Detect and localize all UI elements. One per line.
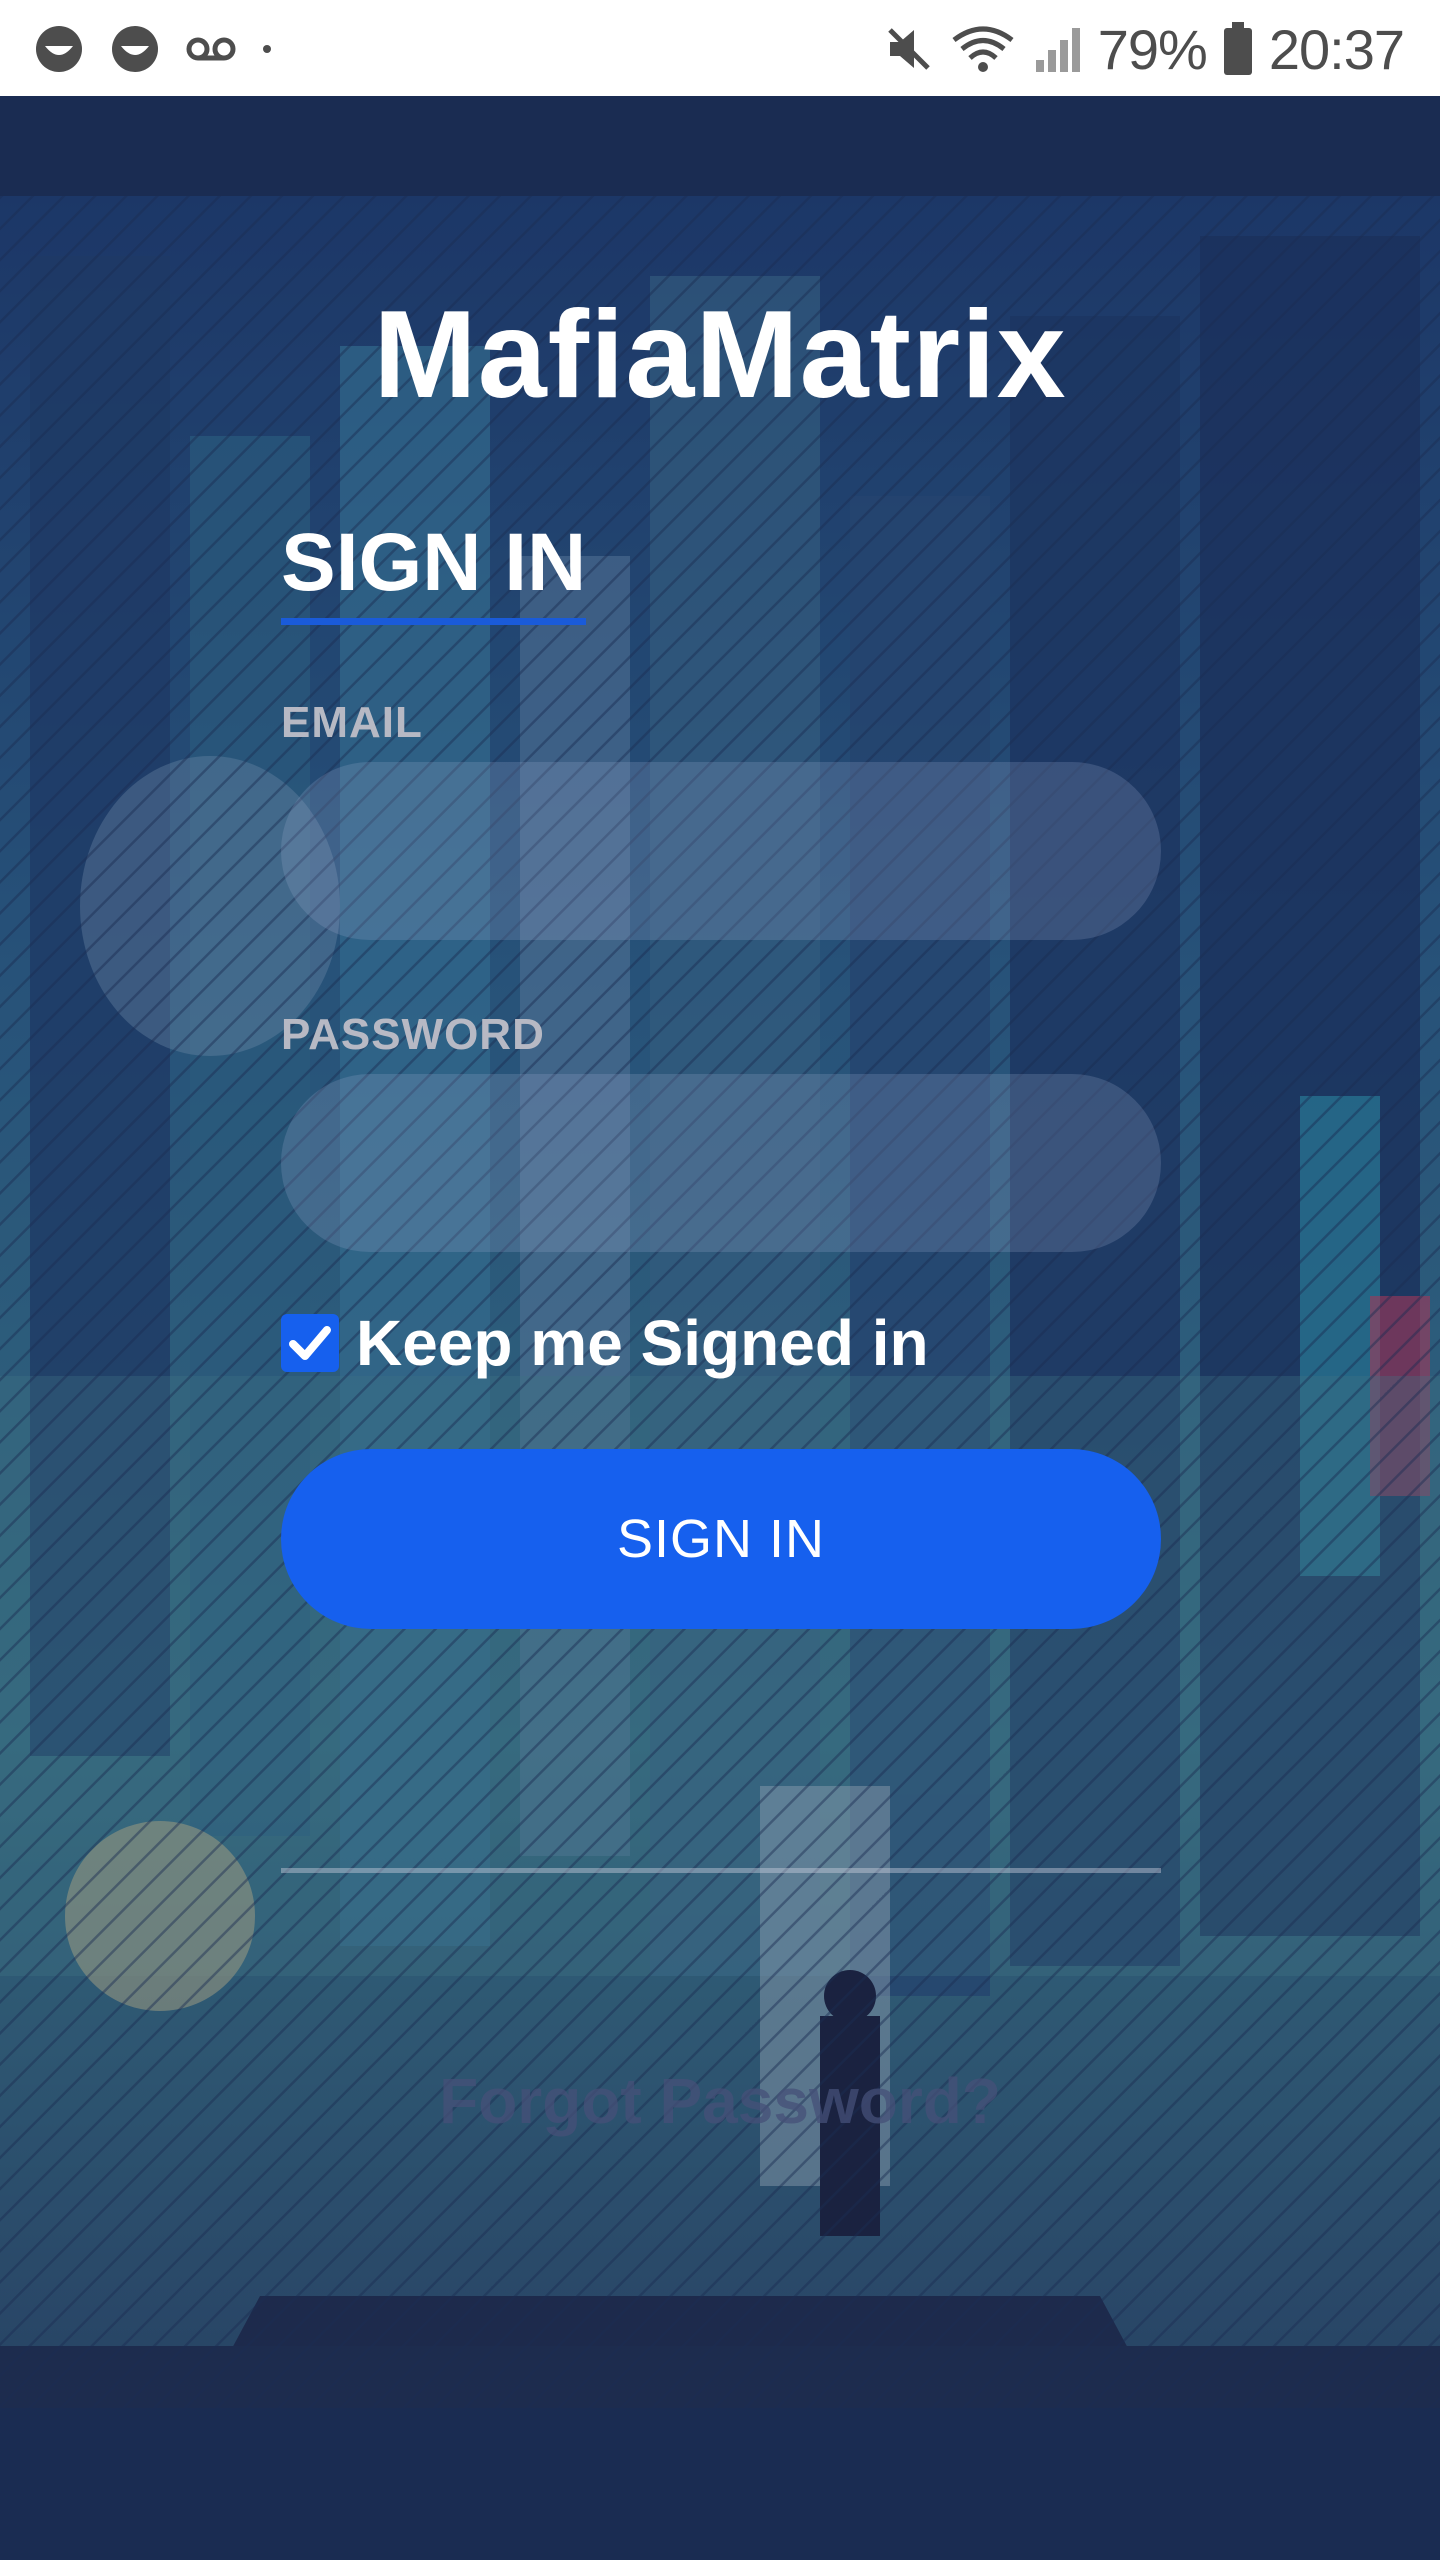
tab-sign-in[interactable]: SIGN IN bbox=[281, 522, 587, 625]
email-label: EMAIL bbox=[281, 698, 423, 747]
status-bar: 79% 20:37 bbox=[0, 0, 1440, 96]
sign-in-button[interactable]: SIGN IN bbox=[281, 1449, 1161, 1629]
voicemail-icon bbox=[186, 37, 236, 61]
login-panel: MafiaMatrix SIGN IN EMAIL PASSWORD Keep … bbox=[0, 196, 1440, 2408]
smiley-face-icon bbox=[112, 26, 158, 72]
clock: 20:37 bbox=[1268, 17, 1405, 81]
notification-icons bbox=[34, 22, 272, 76]
divider bbox=[281, 1868, 1161, 1873]
smiley-face-icon bbox=[36, 26, 82, 72]
password-field[interactable] bbox=[281, 1074, 1161, 1252]
battery-percent: 79% bbox=[1097, 17, 1208, 81]
app-title: MafiaMatrix bbox=[373, 286, 1067, 424]
bottom-band bbox=[0, 2408, 1440, 2560]
system-status: 79% 20:37 bbox=[884, 17, 1405, 81]
app-header-band bbox=[0, 96, 1440, 196]
keep-signed-in-checkbox[interactable] bbox=[281, 1314, 339, 1372]
dot-icon bbox=[263, 45, 271, 53]
checkmark-icon bbox=[289, 1326, 331, 1360]
forgot-password-link[interactable]: Forgot Password? bbox=[0, 2064, 1440, 2138]
battery-icon bbox=[1223, 22, 1252, 75]
signal-icon bbox=[1035, 28, 1080, 72]
password-label: PASSWORD bbox=[281, 1010, 545, 1059]
mute-icon bbox=[887, 28, 930, 70]
keep-signed-in-label[interactable]: Keep me Signed in bbox=[356, 1306, 929, 1380]
email-field[interactable] bbox=[281, 762, 1161, 940]
wifi-icon bbox=[952, 26, 1014, 72]
